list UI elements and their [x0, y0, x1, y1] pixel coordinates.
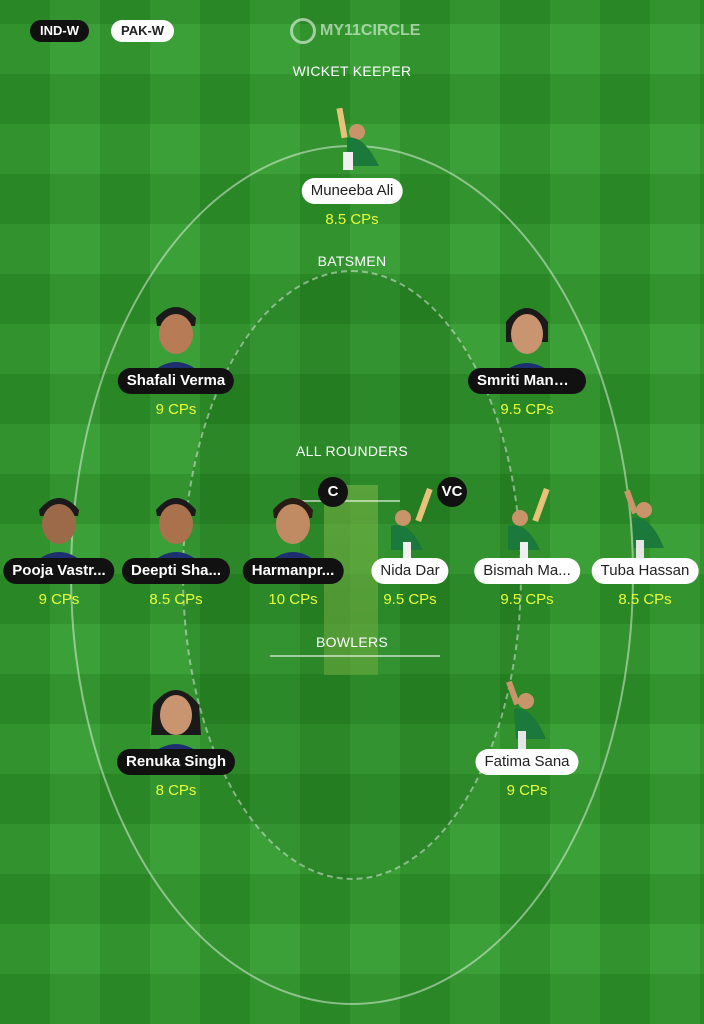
player-credits: 9 CPs	[38, 591, 80, 608]
team-tag-pak: PAK-W	[111, 20, 175, 42]
player-name: Tuba Hassan	[591, 558, 699, 584]
player-portrait-icon	[146, 690, 206, 759]
player-credits: 9.5 CPs	[500, 591, 554, 608]
player-name: Pooja Vastr...	[3, 558, 115, 584]
player-name: Fatima Sana	[475, 749, 579, 775]
bowler-figure-icon	[624, 489, 664, 562]
batter-figure-icon	[391, 488, 433, 560]
player-credits: 8.5 CPs	[618, 591, 672, 608]
player-portrait-icon	[263, 498, 323, 568]
player-portrait-icon	[146, 498, 206, 568]
player-card[interactable]: Nida Dar 9.5 CPs	[351, 488, 469, 618]
player-card[interactable]: Harmanpr... 10 CPs	[234, 488, 352, 618]
player-card[interactable]: Pooja Vastr... 9 CPs	[0, 488, 118, 618]
section-bowlers: BOWLERS	[315, 634, 389, 650]
player-portrait-icon	[29, 498, 89, 568]
player-name: Harmanpr...	[242, 558, 344, 584]
player-credits: 9 CPs	[155, 401, 197, 418]
player-name: Muneeba Ali	[301, 178, 403, 204]
section-batsmen: BATSMEN	[317, 253, 387, 269]
player-card[interactable]: Deepti Sha... 8.5 CPs	[117, 488, 235, 618]
player-credits: 9.5 CPs	[383, 591, 437, 608]
crease-bottom	[270, 655, 440, 657]
logo-text: MY11CIRCLE	[320, 22, 421, 39]
my11circle-logo: MY11CIRCLE	[290, 15, 420, 47]
logo-icon	[290, 18, 316, 44]
team-tag-ind: IND-W	[30, 20, 89, 42]
player-name: Nida Dar	[371, 558, 449, 584]
player-credits: 8.5 CPs	[325, 211, 379, 228]
batter-figure-icon	[336, 108, 379, 170]
player-credits: 8 CPs	[155, 782, 197, 799]
player-card[interactable]: Smriti Mandhana 9.5 CPs	[468, 298, 586, 428]
vice-captain-badge: VC	[437, 477, 467, 507]
player-portrait-icon	[146, 307, 206, 378]
player-credits: 8.5 CPs	[149, 591, 203, 608]
bowler-figure-icon	[506, 680, 546, 753]
player-card[interactable]: Tuba Hassan 8.5 CPs	[586, 488, 704, 618]
section-all-rounders: ALL ROUNDERS	[296, 443, 408, 459]
player-name: Renuka Singh	[117, 749, 235, 775]
section-wicket-keeper: WICKET KEEPER	[292, 63, 412, 79]
player-name: Deepti Sha...	[121, 558, 231, 584]
player-name: Bismah Ma...	[474, 558, 580, 584]
player-credits: 9.5 CPs	[500, 401, 554, 418]
player-card[interactable]: Shafali Verma 9 CPs	[117, 298, 235, 428]
player-card[interactable]: Renuka Singh 8 CPs	[117, 679, 235, 809]
cricket-field: IND-W PAK-W MY11CIRCLE WICKET KEEPER BAT…	[0, 0, 704, 1024]
player-card[interactable]: Fatima Sana 9 CPs	[468, 679, 586, 809]
player-name: Smriti Mandhana	[468, 368, 586, 394]
player-credits: 9 CPs	[506, 782, 548, 799]
player-card[interactable]: Muneeba Ali 8.5 CPs	[293, 108, 411, 238]
player-card[interactable]: Bismah Ma... 9.5 CPs	[468, 488, 586, 618]
player-portrait-icon	[497, 308, 557, 378]
player-credits: 10 CPs	[268, 591, 318, 608]
player-name: Shafali Verma	[117, 368, 235, 394]
captain-badge: C	[318, 477, 348, 507]
batter-figure-icon	[508, 488, 550, 560]
